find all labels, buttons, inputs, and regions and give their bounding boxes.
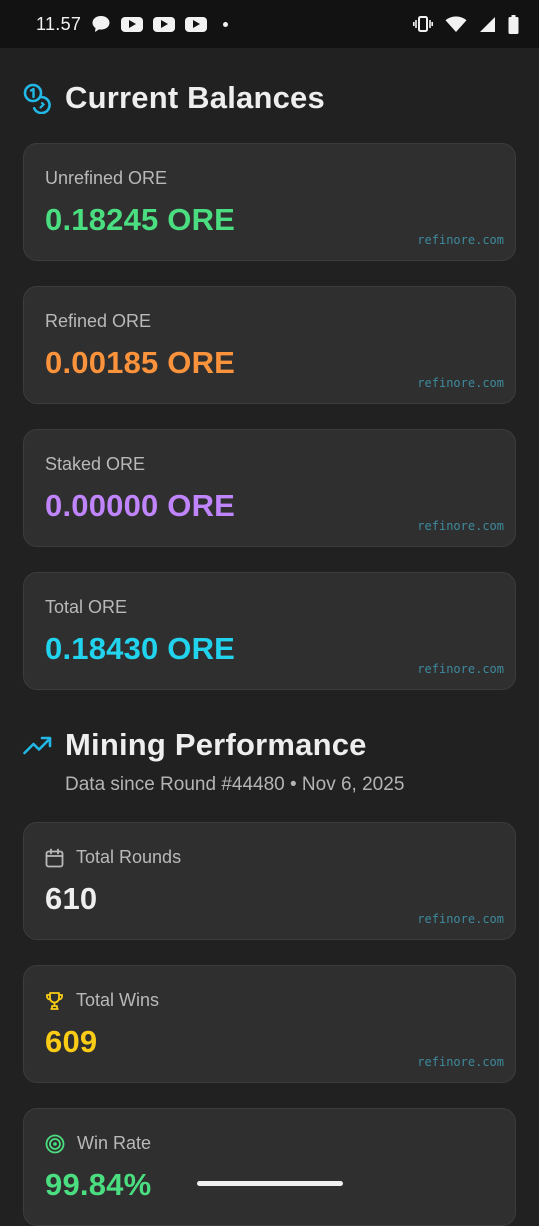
- card-value: 0.18430 ORE: [45, 631, 236, 666]
- coins-icon: [23, 83, 51, 114]
- card-value: 610: [45, 881, 98, 916]
- performance-subtitle: Data since Round #44480 • Nov 6, 2025: [65, 774, 405, 795]
- card-value: 99.84%: [45, 1167, 152, 1202]
- chat-bubble-icon: [92, 16, 110, 32]
- card-label: Staked ORE: [45, 454, 146, 474]
- balance-card-unrefined: Unrefined ORE 0.18245 ORE refinore.com: [23, 143, 516, 261]
- wifi-icon: [445, 16, 467, 32]
- brand-link[interactable]: refinore.com: [417, 912, 504, 926]
- card-label: Unrefined ORE: [45, 168, 168, 188]
- battery-icon: [508, 14, 519, 34]
- notification-icons: [91, 15, 229, 33]
- dot-icon: [223, 21, 229, 27]
- system-icons: [413, 14, 519, 34]
- section-title-performance: Mining Performance: [65, 727, 367, 762]
- card-label-row: Total Rounds: [45, 847, 181, 868]
- brand-link[interactable]: refinore.com: [417, 1055, 504, 1069]
- trophy-icon: [46, 991, 63, 1010]
- stat-card-win-rate: Win Rate 99.84%: [23, 1108, 516, 1226]
- card-label: Refined ORE: [45, 311, 152, 331]
- calendar-icon: [45, 848, 64, 867]
- youtube-icon: [185, 16, 208, 32]
- card-label-row: Total Wins: [45, 990, 159, 1011]
- youtube-icon: [153, 16, 176, 32]
- balance-card-total: Total ORE 0.18430 ORE refinore.com: [23, 572, 516, 690]
- signal-icon: [480, 16, 495, 32]
- status-time: 11.57: [36, 13, 82, 34]
- status-bar: 11.57: [0, 0, 539, 48]
- balance-card-refined: Refined ORE 0.00185 ORE refinore.com: [23, 286, 516, 404]
- balance-card-staked: Staked ORE 0.00000 ORE refinore.com: [23, 429, 516, 547]
- card-value: 0.18245 ORE: [45, 202, 236, 237]
- card-value: 0.00185 ORE: [45, 345, 236, 380]
- trending-up-icon: [23, 736, 52, 755]
- brand-link[interactable]: refinore.com: [417, 233, 504, 247]
- card-value: 0.00000 ORE: [45, 488, 236, 523]
- target-icon: [45, 1134, 65, 1153]
- stat-card-total-rounds: Total Rounds 610 refinore.com: [23, 822, 516, 940]
- brand-link[interactable]: refinore.com: [417, 662, 504, 676]
- vibrate-icon: [413, 16, 433, 32]
- card-value: 609: [45, 1024, 98, 1059]
- performance-header: Mining Performance: [23, 727, 367, 763]
- card-label: Win Rate: [77, 1133, 152, 1153]
- card-label: Total Rounds: [76, 847, 182, 867]
- brand-link[interactable]: refinore.com: [417, 376, 504, 390]
- stat-card-total-wins: Total Wins 609 refinore.com: [23, 965, 516, 1083]
- balances-header: Current Balances: [23, 80, 325, 116]
- section-title-balances: Current Balances: [65, 80, 325, 115]
- brand-link[interactable]: refinore.com: [417, 519, 504, 533]
- youtube-icon: [121, 16, 144, 32]
- card-label-row: Win Rate: [45, 1133, 151, 1154]
- home-indicator[interactable]: [197, 1181, 343, 1186]
- card-label: Total ORE: [45, 597, 128, 617]
- card-label: Total Wins: [76, 990, 160, 1010]
